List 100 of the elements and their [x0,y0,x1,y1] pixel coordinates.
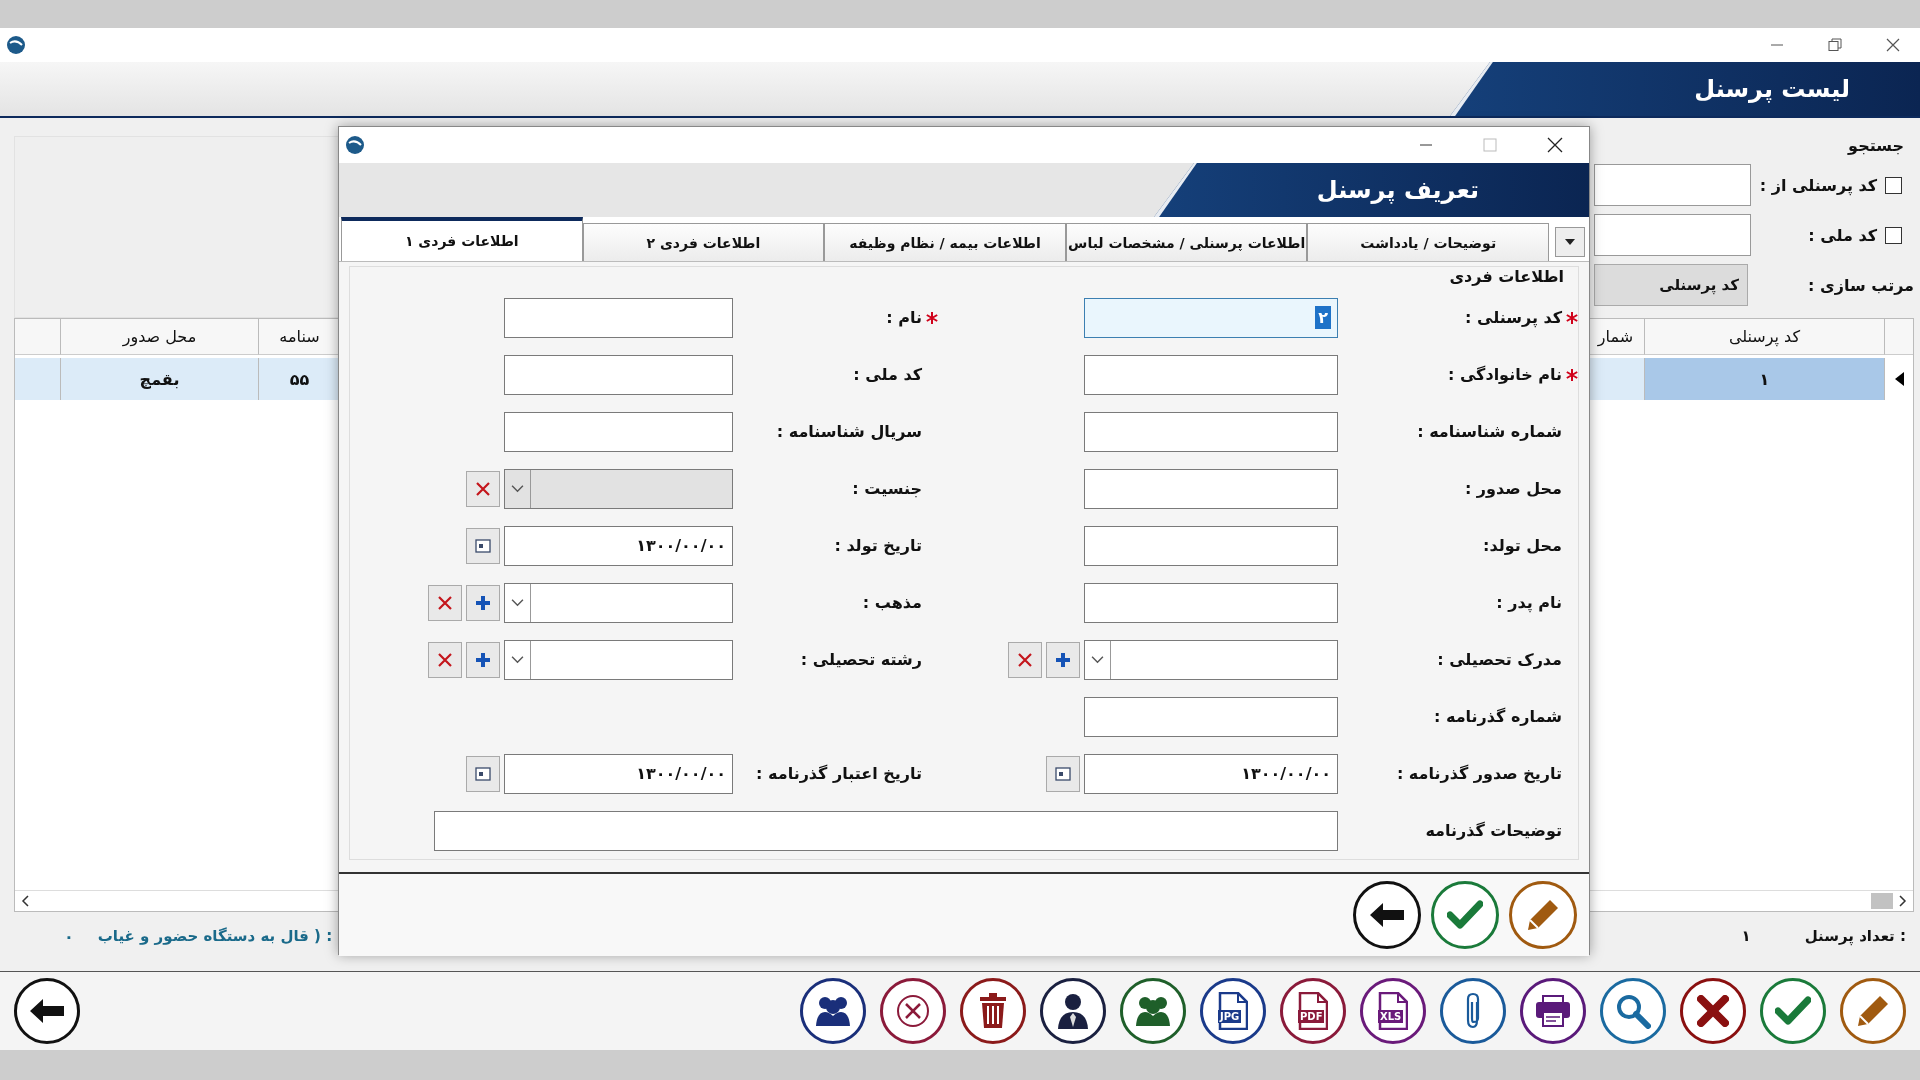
restore-icon[interactable] [1828,38,1842,52]
tab[interactable]: اطلاعات فردی ۲ [582,223,825,261]
triangle-icon [1894,372,1904,386]
dropdown-field[interactable] [504,582,733,623]
export-button[interactable]: JPG [1200,978,1266,1044]
left-arrow-icon [28,997,66,1025]
filter-label: کد پرسنلی از : [1759,175,1877,195]
field-label: تاریخ صدور گذرنامه : [1396,764,1562,783]
clear-button[interactable] [1008,641,1042,678]
table-cell: ۵۵ [259,358,341,400]
close-icon [437,651,453,668]
clear-button[interactable] [428,641,462,678]
group-title: اطلاعات فردی [1448,267,1565,288]
document-icon [1298,992,1328,1030]
tab[interactable]: توضیحات / یادداشت [1307,223,1550,261]
person-icon [1057,993,1089,1029]
tab[interactable]: اطلاعات بیمه / نظام وظیفه [824,223,1066,261]
input-field[interactable] [1594,164,1751,206]
checkmark-icon [1775,996,1811,1026]
field-label: رشته تحصیلی : [800,650,922,669]
field-label: مذهب : [862,593,922,612]
field-label: نام پدر : [1496,593,1562,612]
input-field[interactable] [1084,468,1338,509]
calendar-button[interactable] [466,527,500,564]
input-field[interactable] [1594,214,1751,256]
close-icon[interactable] [1547,137,1563,153]
field-label: نام خانوادگی : [1447,365,1562,384]
people-icon [814,994,852,1028]
input-field[interactable] [1084,411,1338,452]
input-field[interactable] [1084,696,1338,737]
window-title: لیست پرسنل [1694,75,1850,103]
section-title: جستجو [1846,136,1904,155]
close-icon[interactable] [1886,38,1900,52]
input-field[interactable] [1084,582,1338,623]
column-header[interactable]: شمار [1587,319,1645,355]
count-label: تعداد پرسنل : [1804,927,1906,945]
calendar-button[interactable] [466,755,500,792]
field-label: سریال شناسنامه : [776,422,922,441]
field-label: تاریخ تولد : [834,536,922,555]
field-label: تاریخ اعتبار گذرنامه : [756,764,922,783]
field-label: کد پرسنلی : [1464,308,1562,327]
table-cell: ۱ [1645,358,1885,400]
column-header[interactable]: سنامه [259,319,341,355]
add-button[interactable] [1046,641,1080,678]
tab-menu-button[interactable] [1555,227,1585,257]
scrollbar-thumb[interactable] [1871,893,1893,909]
count-value: ۱ [1741,927,1751,945]
sort-dropdown[interactable]: کد پرسنلی [1594,264,1748,306]
tab[interactable]: اطلاعات فردی ۱ [341,217,583,261]
status-label: قال به دستگاه حضور و غیاب ) : [97,927,333,945]
document-icon [1218,992,1248,1030]
input-field[interactable] [1084,525,1338,566]
chevron-left-icon[interactable] [21,895,29,907]
field-value: ۲ [1315,306,1331,329]
printer-icon [1534,994,1572,1028]
table-cell: بقمچ [61,358,259,400]
close-icon [1017,651,1033,668]
field-label: شماره شناسنامه : [1417,422,1562,441]
pencil-icon [1856,994,1890,1028]
dropdown-field[interactable] [1084,639,1338,680]
left-arrow-icon [1368,901,1406,929]
field-label: مدرک تحصیلی : [1437,650,1562,669]
date-field[interactable]: ۱۳۰۰/۰۰/۰۰ [1084,753,1338,794]
add-button[interactable] [466,641,500,678]
column-header[interactable]: کد پرسنلی [1645,319,1885,355]
dialog-title: تعریف پرسنل [1316,176,1479,204]
calendar-icon [475,538,491,553]
input-field[interactable]: ۲ [1084,297,1338,338]
checkbox[interactable] [1885,176,1902,194]
calendar-icon [475,766,491,781]
dropdown-field[interactable] [504,639,733,680]
add-button[interactable] [466,584,500,621]
input-field[interactable] [504,297,733,338]
date-field[interactable]: ۱۳۰۰/۰۰/۰۰ [504,525,733,566]
clear-button[interactable] [428,584,462,621]
chevron-right-icon[interactable] [1899,895,1907,907]
caret-down-icon [1565,239,1576,245]
checkbox[interactable] [1885,226,1902,244]
input-field[interactable] [504,411,733,452]
input-field[interactable] [1084,354,1338,395]
input-field[interactable] [434,810,1338,851]
people-icon [1134,994,1172,1028]
clear-button[interactable] [466,470,500,507]
field-label: محل صدور : [1464,479,1562,498]
calendar-icon [1055,766,1071,781]
checkmark-icon [1447,900,1483,930]
pencil-icon [1526,898,1560,932]
close-icon [437,594,453,611]
plus-icon [475,594,491,611]
column-header[interactable]: محل صدور [61,319,259,355]
calendar-button[interactable] [1046,755,1080,792]
export-button[interactable]: XLS [1360,978,1426,1044]
input-field[interactable] [504,354,733,395]
field-label: نام : [886,308,922,327]
search-icon [1615,993,1651,1029]
date-field[interactable]: ۱۳۰۰/۰۰/۰۰ [504,753,733,794]
field-label: جنسیت : [852,479,922,498]
tab[interactable]: اطلاعات پرسنلی / مشخصات لباس [1065,223,1308,261]
sort-label: مرتب سازی : [1807,275,1914,295]
export-button[interactable]: PDF [1280,978,1346,1044]
